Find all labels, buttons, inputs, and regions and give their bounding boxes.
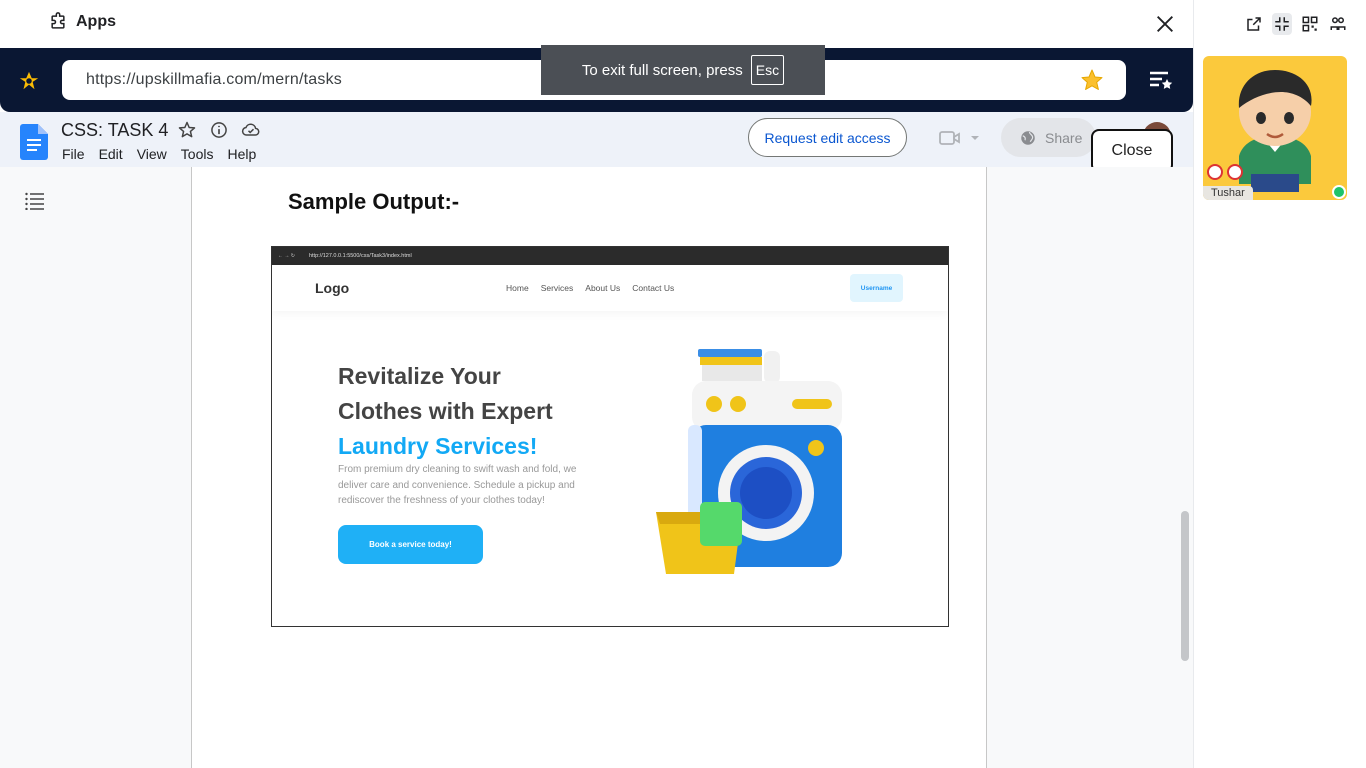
- online-status-dot: [1332, 185, 1346, 199]
- exit-fullscreen-icon[interactable]: [1272, 13, 1292, 35]
- participant-name: Tushar: [1203, 186, 1253, 200]
- avatar-character: [1207, 70, 1312, 192]
- star-icon[interactable]: [177, 120, 197, 140]
- screenshot-nav-home: Home: [506, 283, 529, 293]
- screenshot-headline: Revitalize Your Clothes with Expert Laun…: [338, 359, 553, 464]
- apps-bar: Apps: [0, 0, 1193, 48]
- fullscreen-toast-text: To exit full screen, press: [581, 61, 743, 79]
- embedded-screenshot: ← → ↻ http://127.0.0.1:5500/css/Task3/in…: [271, 246, 949, 627]
- menu-tools[interactable]: Tools: [181, 146, 214, 162]
- screenshot-navbar: Logo Home Services About Us Contact Us U…: [272, 265, 948, 311]
- open-external-icon[interactable]: [1244, 13, 1264, 35]
- headline-line-3: Laundry Services!: [338, 433, 538, 459]
- participants-panel: Tushar: [1193, 0, 1366, 768]
- screenshot-url: http://127.0.0.1:5500/css/Task3/index.ht…: [308, 253, 412, 259]
- document-area: Sample Output:- ← → ↻ http://127.0.0.1:5…: [0, 167, 1193, 768]
- chevron-down-icon: [971, 136, 979, 140]
- apps-header: Apps: [48, 12, 116, 32]
- screenshot-nav-about: About Us: [585, 283, 621, 293]
- screenshot-nav-contact: Contact Us: [632, 283, 675, 293]
- headline-line-1: Revitalize Your: [338, 363, 501, 389]
- participant-tile[interactable]: Tushar: [1203, 56, 1347, 200]
- menu-view[interactable]: View: [137, 146, 167, 162]
- globe-icon: [1021, 130, 1035, 145]
- screenshot-paragraph: From premium dry cleaning to swift wash …: [338, 464, 577, 506]
- screenshot-browser-chrome: ← → ↻ http://127.0.0.1:5500/css/Task3/in…: [272, 247, 948, 265]
- doc-page: Sample Output:- ← → ↻ http://127.0.0.1:5…: [191, 167, 987, 768]
- outline-list-icon[interactable]: [25, 192, 45, 210]
- google-docs-icon[interactable]: [20, 124, 48, 160]
- video-camera-icon: [939, 131, 960, 145]
- esc-key: Esc: [750, 55, 785, 85]
- screenshot-cta-button: Book a service today!: [338, 525, 483, 564]
- close-icon[interactable]: [1154, 13, 1176, 35]
- share-label: Share: [1045, 129, 1083, 146]
- reading-list-icon[interactable]: [1148, 68, 1174, 92]
- apps-title: Apps: [76, 13, 116, 30]
- screenshot-nav-arrows-icon: ← → ↻: [278, 253, 295, 259]
- cloud-saved-icon[interactable]: [241, 120, 261, 140]
- app-logo-icon: [19, 71, 39, 90]
- screenshot-username: Username: [850, 274, 903, 302]
- info-icon[interactable]: [209, 120, 229, 140]
- sample-output-heading: Sample Output:-: [288, 189, 460, 214]
- puzzle-icon: [51, 12, 65, 29]
- menu-edit[interactable]: Edit: [99, 146, 123, 162]
- request-edit-access-button[interactable]: Request edit access: [748, 118, 907, 157]
- menu-help[interactable]: Help: [227, 146, 256, 162]
- screenshot-nav-links: Home Services About Us Contact Us: [506, 283, 674, 293]
- qr-code-icon[interactable]: [1300, 13, 1320, 35]
- menu-file[interactable]: File: [62, 146, 85, 162]
- headline-line-2: Clothes with Expert: [338, 398, 553, 424]
- share-button[interactable]: Share: [1001, 118, 1096, 157]
- fullscreen-toast: To exit full screen, press Esc: [541, 45, 825, 95]
- menu-bar: File Edit View Tools Help: [62, 146, 270, 162]
- washing-machine-illustration: [656, 349, 842, 574]
- url-text: https://upskillmafia.com/mern/tasks: [86, 71, 342, 88]
- star-bookmark-icon[interactable]: [1080, 68, 1104, 92]
- screenshot-nav-services: Services: [540, 283, 574, 293]
- people-icon[interactable]: [1328, 13, 1348, 35]
- meet-button[interactable]: [938, 128, 980, 148]
- doc-scrollbar[interactable]: [1181, 511, 1189, 661]
- docs-header: CSS: TASK 4 File Edit View Tools Help Re…: [0, 112, 1193, 167]
- screenshot-logo: Logo: [315, 280, 350, 296]
- doc-title[interactable]: CSS: TASK 4: [61, 120, 168, 141]
